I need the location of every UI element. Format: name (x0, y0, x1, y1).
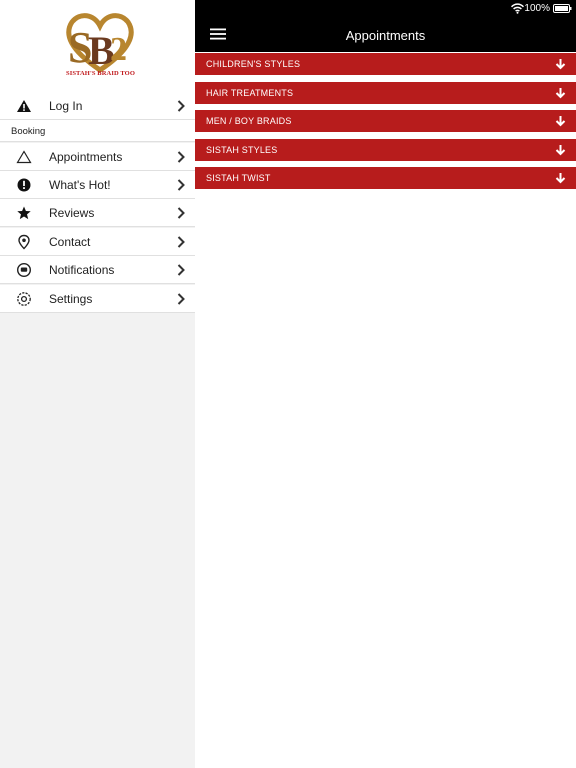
category-row-men-boy-braids[interactable]: MEN / BOY BRAIDS (195, 110, 576, 132)
sidebar-item-settings[interactable]: Settings (0, 285, 195, 313)
category-label: HAIR TREATMENTS (206, 88, 294, 98)
sidebar-item-label: Appointments (49, 150, 123, 164)
sidebar-item-label: Notifications (49, 263, 115, 277)
arrow-down-icon (555, 145, 566, 156)
chevron-right-icon (177, 100, 185, 112)
sidebar-item-appointments[interactable]: Appointments (0, 143, 195, 171)
category-label: SISTAH TWIST (206, 173, 271, 183)
sidebar-item-notifications[interactable]: Notifications (0, 256, 195, 284)
battery-percentage: 100% (524, 3, 550, 14)
warning-icon (17, 100, 31, 112)
main-panel: 100% Appointments CHILDREN'S STYLES HAIR… (195, 0, 576, 768)
category-label: SISTAH STYLES (206, 145, 278, 155)
status-bar: 100% (195, 0, 576, 18)
sidebar-item-label: Log In (49, 99, 83, 113)
logo: S B 2 SISTAH'S BRAID TOO (0, 0, 195, 92)
svg-text:2: 2 (110, 31, 127, 68)
arrow-down-icon (555, 173, 566, 184)
battery-icon (553, 4, 572, 13)
arrow-down-icon (555, 88, 566, 99)
category-row-hair-treatments[interactable]: HAIR TREATMENTS (195, 82, 576, 104)
sidebar-item-label: Reviews (49, 206, 95, 220)
logo-mark: S B 2 (66, 13, 134, 74)
chevron-right-icon (177, 207, 185, 219)
page-title: Appointments (345, 28, 426, 43)
category-row-childrens-styles[interactable]: CHILDREN'S STYLES (195, 53, 576, 75)
sidebar-item-label: Contact (49, 235, 91, 249)
category-row-sistah-twist[interactable]: SISTAH TWIST (195, 167, 576, 189)
category-row-sistah-styles[interactable]: SISTAH STYLES (195, 139, 576, 161)
category-label: CHILDREN'S STYLES (206, 59, 301, 69)
sidebar: S B 2 SISTAH'S BRAID TOO Log In Booking … (0, 0, 196, 768)
sidebar-item-label: What's Hot! (49, 178, 111, 192)
arrow-down-icon (555, 116, 566, 127)
section-label-booking: Booking (0, 120, 195, 142)
chevron-right-icon (177, 151, 185, 163)
sidebar-item-login[interactable]: Log In (0, 92, 195, 120)
section-label-text: Booking (11, 126, 46, 137)
sidebar-item-reviews[interactable]: Reviews (0, 199, 195, 227)
sidebar-item-label: Settings (49, 292, 93, 306)
chevron-right-icon (177, 179, 185, 191)
location-pin-icon (18, 234, 30, 250)
chevron-right-icon (177, 264, 185, 276)
logo-caption: SISTAH'S BRAID TOO (66, 70, 135, 77)
wifi-icon (511, 3, 524, 14)
sidebar-item-contact[interactable]: Contact (0, 228, 195, 256)
exclamation-circle-icon (17, 178, 31, 192)
gear-icon (17, 292, 31, 306)
chat-bubble-icon (16, 262, 32, 278)
sidebar-item-whats-hot[interactable]: What's Hot! (0, 171, 195, 199)
arrow-down-icon (555, 59, 566, 70)
chevron-right-icon (177, 293, 185, 305)
header-bar: Appointments (195, 18, 576, 52)
triangle-icon (16, 150, 32, 164)
category-label: MEN / BOY BRAIDS (206, 116, 292, 126)
star-icon (17, 206, 31, 220)
chevron-right-icon (177, 236, 185, 248)
